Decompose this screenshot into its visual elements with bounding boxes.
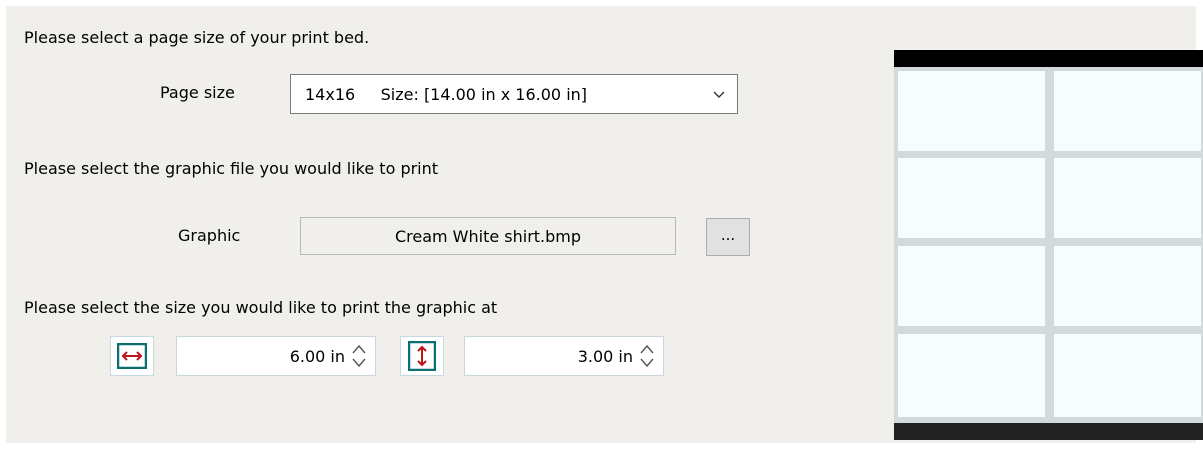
preview-cell bbox=[898, 334, 1045, 417]
graphic-file-field[interactable]: Cream White shirt.bmp bbox=[300, 217, 676, 255]
horizontal-arrows-icon bbox=[117, 343, 147, 369]
page-size-selected-value: 14x16 Size: [14.00 in x 16.00 in] bbox=[305, 84, 588, 104]
page-size-label: Page size bbox=[160, 83, 235, 102]
page-size-prompt: Please select a page size of your print … bbox=[24, 28, 370, 47]
preview-cell bbox=[1054, 334, 1201, 417]
graphic-file-name: Cream White shirt.bmp bbox=[394, 226, 582, 246]
preview-cell bbox=[1054, 71, 1201, 151]
preview-cell bbox=[1054, 246, 1201, 326]
width-toggle-button[interactable] bbox=[110, 336, 154, 376]
print-bed-preview bbox=[894, 50, 1203, 440]
page-size-dropdown[interactable]: 14x16 Size: [14.00 in x 16.00 in] bbox=[290, 74, 738, 114]
preview-bottom-bar bbox=[894, 423, 1203, 440]
preview-cell bbox=[898, 246, 1045, 326]
preview-top-bar bbox=[894, 50, 1203, 67]
height-toggle-button[interactable] bbox=[400, 336, 444, 376]
graphic-prompt: Please select the graphic file you would… bbox=[24, 159, 439, 178]
browse-button[interactable]: ... bbox=[706, 218, 750, 256]
spinner-arrows-icon[interactable] bbox=[349, 341, 369, 371]
preview-cell bbox=[898, 158, 1045, 238]
chevron-down-icon bbox=[713, 91, 725, 98]
height-value: 3.00 in bbox=[577, 346, 633, 366]
width-spinner[interactable]: 6.00 in bbox=[176, 336, 376, 376]
preview-cell bbox=[1054, 158, 1201, 238]
vertical-arrows-icon bbox=[408, 341, 436, 371]
graphic-label: Graphic bbox=[178, 226, 241, 245]
spinner-arrows-icon[interactable] bbox=[637, 341, 657, 371]
height-spinner[interactable]: 3.00 in bbox=[464, 336, 664, 376]
width-value: 6.00 in bbox=[289, 346, 345, 366]
preview-cell bbox=[898, 71, 1045, 151]
print-settings-panel: Please select a page size of your print … bbox=[6, 6, 1203, 443]
print-size-prompt: Please select the size you would like to… bbox=[24, 298, 498, 317]
